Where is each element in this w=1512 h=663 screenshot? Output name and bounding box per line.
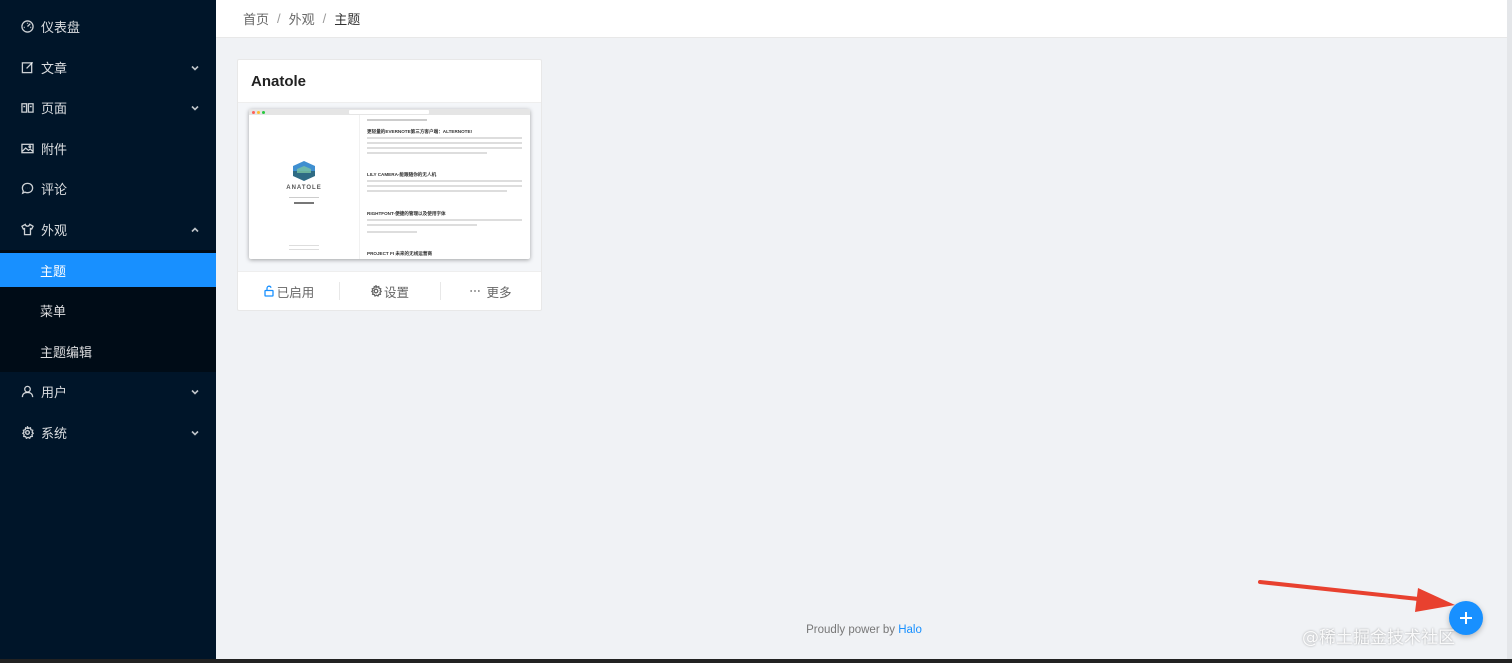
theme-settings-button[interactable]: 设置 (339, 281, 440, 301)
sidebar-item-system[interactable]: 系统 (0, 412, 216, 452)
theme-more-label: 更多 (486, 285, 512, 300)
chevron-up-icon (190, 223, 200, 233)
picture-icon (20, 141, 34, 155)
watermark: @稀土掘金技术社区 (1302, 628, 1455, 648)
breadcrumb: 首页 / 外观 / 主题 (216, 0, 1512, 38)
sidebar-item-label: 文章 (41, 60, 68, 76)
user-icon (20, 384, 34, 398)
window-edge (1507, 0, 1512, 663)
dashboard-icon (20, 19, 34, 33)
sidebar-item-dashboard[interactable]: 仪表盘 (0, 6, 216, 46)
breadcrumb-separator: / (277, 11, 281, 26)
sidebar-item-attachments[interactable]: 附件 (0, 128, 216, 168)
breadcrumb-separator: / (322, 11, 327, 26)
chevron-down-icon (190, 101, 200, 111)
theme-card-title: Anatole (251, 73, 307, 90)
anatole-logo-icon (293, 161, 315, 181)
setting-icon (370, 285, 382, 297)
sidebar: 仪表盘 文章 页面 附件 评论 外观 主题 菜单 主题编辑 用户 系统 (0, 0, 216, 663)
sidebar-item-label: 评论 (41, 181, 68, 197)
footer-text: Proudly power by (806, 624, 899, 636)
theme-enabled-button[interactable]: 已启用 (238, 282, 339, 301)
chevron-down-icon (190, 426, 200, 436)
chevron-down-icon (190, 61, 200, 71)
preview-heading: LILY CAMERA-能跟随你的无人机 (367, 172, 437, 177)
sidebar-item-label: 仪表盘 (41, 19, 81, 35)
theme-more-button[interactable]: 更多 (440, 281, 541, 301)
theme-enabled-label: 已启用 (276, 285, 315, 300)
plus-icon (1460, 612, 1472, 624)
skin-icon (20, 222, 34, 236)
comment-icon (20, 181, 34, 195)
sidebar-subitem-menus[interactable]: 菜单 (0, 293, 216, 327)
edit-icon (20, 60, 34, 74)
preview-heading: 更轻量的EVERNOTE第三方客户端：ALTERNOTE! (367, 129, 473, 134)
sidebar-item-users[interactable]: 用户 (0, 371, 216, 411)
theme-card-actions: 已启用 设置 更多 (238, 272, 541, 310)
sidebar-item-label: 外观 (41, 222, 68, 238)
sidebar-item-pages[interactable]: 页面 (0, 87, 216, 127)
theme-card: Anatole ANATOLE 更轻量的EVERNOTE第三方客户端：ALTER… (237, 59, 542, 311)
preview-logo-text: ANATOLE (286, 185, 322, 191)
sidebar-subitem-theme-editor[interactable]: 主题编辑 (0, 334, 216, 368)
chevron-down-icon (190, 385, 200, 395)
sidebar-subitem-themes[interactable]: 主题 (0, 253, 216, 287)
sidebar-item-label: 系统 (41, 425, 68, 441)
preview-heading: PROJECT FI 未来的无线运营商 (367, 251, 433, 256)
sidebar-item-label: 用户 (41, 384, 68, 400)
book-icon (20, 100, 34, 114)
theme-settings-label: 设置 (383, 285, 409, 300)
theme-preview-cover[interactable]: ANATOLE 更轻量的EVERNOTE第三方客户端：ALTERNOTE! LI… (238, 102, 541, 272)
annotation-arrow-icon (1258, 580, 1455, 612)
breadcrumb-appearance[interactable]: 外观 (289, 9, 315, 28)
preview-heading: RIGHTFONT-便捷的管理以及使用字体 (367, 211, 446, 216)
theme-preview-screenshot: ANATOLE 更轻量的EVERNOTE第三方客户端：ALTERNOTE! LI… (249, 109, 530, 259)
sidebar-item-appearance[interactable]: 外观 (0, 209, 216, 249)
unlock-icon (263, 285, 275, 297)
footer-halo-link[interactable]: Halo (898, 624, 922, 636)
breadcrumb-current: 主题 (334, 12, 361, 27)
ellipsis-icon (469, 285, 483, 297)
appearance-submenu: 主题 菜单 主题编辑 (0, 250, 216, 372)
sidebar-item-label: 附件 (41, 141, 68, 157)
sidebar-item-comments[interactable]: 评论 (0, 168, 216, 208)
window-edge (0, 659, 1512, 663)
sidebar-item-label: 页面 (41, 100, 68, 116)
breadcrumb-home[interactable]: 首页 (243, 9, 269, 28)
sidebar-item-posts[interactable]: 文章 (0, 47, 216, 87)
setting-icon (20, 425, 34, 439)
